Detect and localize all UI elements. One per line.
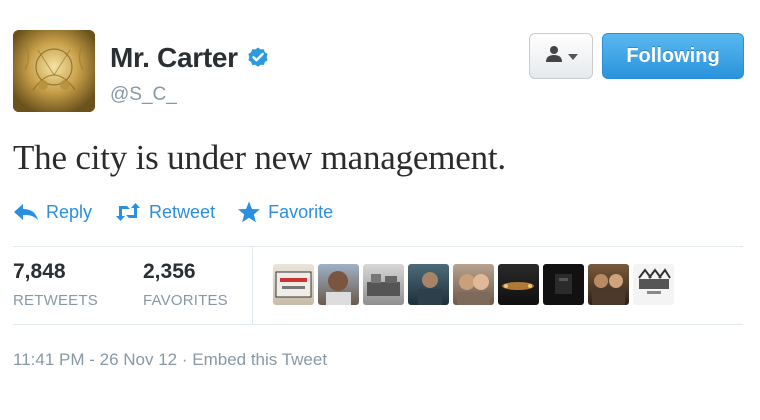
following-button[interactable]: Following bbox=[602, 33, 744, 79]
tweet-actions: Reply Retweet Favorite bbox=[13, 200, 333, 224]
verified-badge-icon bbox=[246, 46, 270, 70]
meta-separator: · bbox=[181, 350, 188, 369]
user-name-row: Mr. Carter bbox=[110, 42, 270, 74]
stats-top-divider bbox=[13, 246, 743, 247]
tweet-meta: 11:41 PM - 26 Nov 12 · Embed this Tweet bbox=[13, 350, 327, 370]
favoriter-avatar[interactable] bbox=[318, 264, 359, 305]
star-icon bbox=[237, 200, 261, 224]
profile-avatar[interactable] bbox=[13, 30, 95, 112]
reply-icon bbox=[13, 203, 39, 221]
favorite-button[interactable]: Favorite bbox=[237, 200, 333, 224]
tweet-text: The city is under new management. bbox=[13, 138, 506, 177]
favoriter-avatar[interactable] bbox=[453, 264, 494, 305]
favoriter-avatar[interactable] bbox=[633, 264, 674, 305]
stats-vertical-divider bbox=[252, 246, 253, 324]
tweet-timestamp[interactable]: 11:41 PM - 26 Nov 12 bbox=[13, 350, 177, 369]
favorite-count-label: FAVORITES bbox=[143, 292, 228, 309]
favorite-count: 2,356 bbox=[143, 260, 196, 283]
embed-tweet-link[interactable]: Embed this Tweet bbox=[192, 350, 327, 369]
favoriter-avatar[interactable] bbox=[498, 264, 539, 305]
favoriter-avatar[interactable] bbox=[408, 264, 449, 305]
reply-label: Reply bbox=[46, 201, 93, 222]
retweet-count-label: RETWEETS bbox=[13, 292, 98, 309]
favoriter-avatar[interactable] bbox=[273, 264, 314, 305]
favorite-label: Favorite bbox=[268, 201, 334, 222]
avatar-gold-artwork bbox=[13, 30, 95, 112]
user-handle[interactable]: @S_C_ bbox=[110, 84, 177, 106]
user-actions-dropdown-button[interactable] bbox=[529, 33, 593, 79]
favoriter-avatar[interactable] bbox=[543, 264, 584, 305]
favoriter-avatar[interactable] bbox=[363, 264, 404, 305]
retweet-icon bbox=[114, 202, 142, 222]
stats-bottom-divider bbox=[13, 324, 743, 325]
retweet-count: 7,848 bbox=[13, 260, 66, 283]
retweet-count-stat[interactable]: 7,848 RETWEETS bbox=[13, 260, 98, 309]
reply-button[interactable]: Reply bbox=[13, 202, 92, 223]
person-icon bbox=[544, 44, 564, 69]
favorite-count-stat[interactable]: 2,356 FAVORITES bbox=[143, 260, 228, 309]
retweet-label: Retweet bbox=[149, 201, 216, 222]
favoriter-avatar[interactable] bbox=[588, 264, 629, 305]
favorited-by-avatars bbox=[273, 264, 674, 305]
chevron-down-icon bbox=[568, 54, 578, 60]
retweet-button[interactable]: Retweet bbox=[114, 202, 215, 223]
user-display-name[interactable]: Mr. Carter bbox=[110, 42, 238, 74]
